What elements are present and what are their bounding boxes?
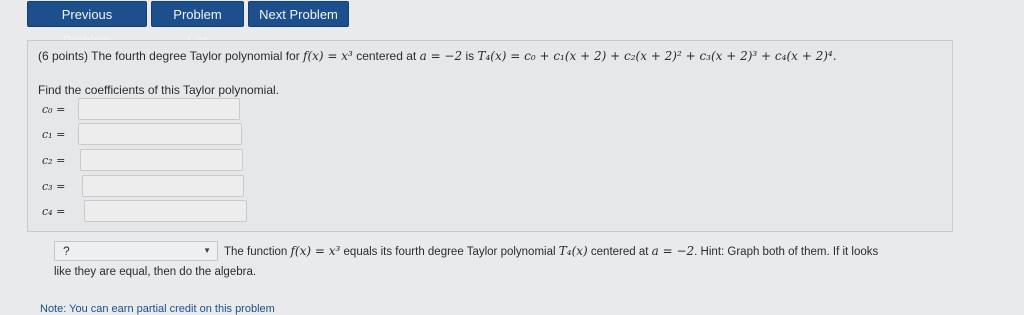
c0-input[interactable] bbox=[78, 98, 240, 120]
previous-problem-button[interactable]: Previous Problem bbox=[27, 1, 147, 48]
center-expression: a = −2 bbox=[419, 49, 463, 63]
statement-prefix: (6 points) The fourth degree Taylor poly… bbox=[38, 49, 304, 63]
c4-label: c₄ = bbox=[42, 204, 66, 218]
statement-mid: centered at bbox=[352, 49, 420, 63]
problem-list-button[interactable]: Problem List bbox=[151, 1, 244, 48]
coefficient-row-c0: c₀ = bbox=[42, 97, 240, 121]
c3-input[interactable] bbox=[82, 175, 244, 197]
c0-label: c₀ = bbox=[42, 102, 66, 116]
instructions: Find the coefficients of this Taylor pol… bbox=[38, 83, 280, 97]
problem-panel: (6 points) The fourth degree Taylor poly… bbox=[27, 40, 953, 232]
question-text-line2: like they are equal, then do the algebra… bbox=[54, 266, 257, 278]
coefficient-row-c3: c₃ = bbox=[42, 174, 244, 198]
problem-navigation: Previous Problem Problem List Next Probl… bbox=[27, 1, 349, 48]
taylor-polynomial-expression: T₄(x) = c₀ + c₁(x + 2) + c₂(x + 2)² + c₃… bbox=[477, 49, 837, 63]
function-expression: f(x) = x³ bbox=[303, 49, 353, 63]
c2-input[interactable] bbox=[80, 149, 243, 171]
c1-input[interactable] bbox=[78, 123, 242, 145]
c2-label: c₂ = bbox=[42, 153, 66, 167]
select-value: ? bbox=[63, 244, 70, 258]
true-false-question: ? ▼ The function f(x) = x³ equals its fo… bbox=[54, 241, 902, 281]
question-function-expression: f(x) = x³ bbox=[290, 244, 341, 258]
problem-statement: (6 points) The fourth degree Taylor poly… bbox=[38, 49, 837, 63]
dropdown-arrow-icon: ▼ bbox=[203, 246, 211, 255]
question-text-mid2: centered at bbox=[587, 246, 652, 258]
question-text-mid: equals its fourth degree Taylor polynomi… bbox=[340, 246, 559, 258]
question-text: The function f(x) = x³ equals its fourth… bbox=[224, 244, 878, 258]
coefficient-row-c4: c₄ = bbox=[42, 199, 247, 223]
question-text-start: The function bbox=[224, 246, 291, 258]
statement-is: is bbox=[462, 49, 478, 63]
question-center-expression: a = −2 bbox=[651, 244, 695, 258]
c4-input[interactable] bbox=[84, 200, 247, 222]
coefficient-row-c1: c₁ = bbox=[42, 122, 242, 146]
coefficient-row-c2: c₂ = bbox=[42, 148, 243, 172]
question-text-end: . Hint: Graph both of them. If it looks bbox=[694, 246, 879, 258]
answer-select[interactable]: ? ▼ bbox=[54, 241, 218, 261]
question-polynomial-expression: T₄(x) bbox=[558, 244, 588, 258]
next-problem-button[interactable]: Next Problem bbox=[248, 1, 349, 27]
c3-label: c₃ = bbox=[42, 179, 66, 193]
c1-label: c₁ = bbox=[42, 127, 66, 141]
partial-credit-note: Note: You can earn partial credit on thi… bbox=[40, 303, 275, 315]
